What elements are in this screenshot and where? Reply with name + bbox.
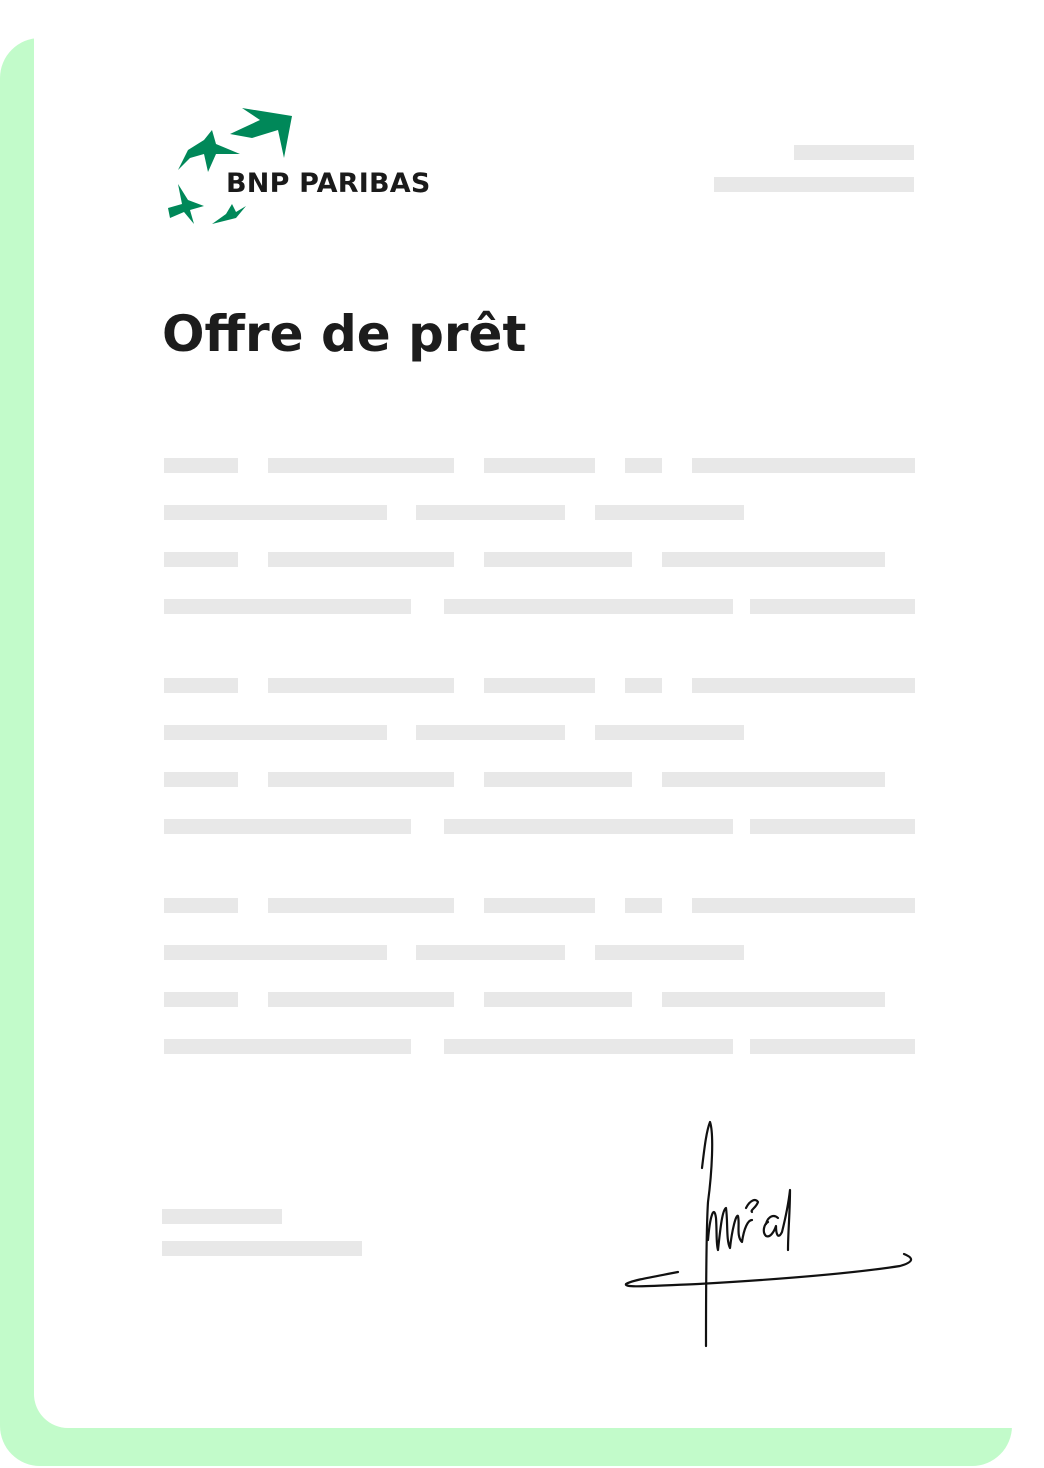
text-placeholder [268, 898, 454, 913]
text-placeholder [444, 819, 733, 834]
footer-placeholder-line [162, 1241, 362, 1256]
text-placeholder [484, 552, 632, 567]
text-placeholder [484, 992, 632, 1007]
text-placeholder [268, 992, 454, 1007]
footer-placeholder-line [162, 1209, 282, 1224]
text-placeholder [164, 725, 387, 740]
text-placeholder [484, 458, 595, 473]
text-placeholder [750, 1039, 915, 1054]
text-placeholder [268, 458, 454, 473]
text-placeholder [164, 1039, 411, 1054]
text-placeholder [164, 772, 238, 787]
text-placeholder [164, 898, 238, 913]
text-placeholder [164, 678, 238, 693]
text-placeholder [625, 898, 662, 913]
text-placeholder [662, 992, 885, 1007]
text-placeholder [416, 725, 565, 740]
text-placeholder [692, 678, 915, 693]
text-placeholder [484, 772, 632, 787]
text-placeholder [268, 678, 454, 693]
header-placeholder-line [794, 145, 914, 160]
brand-wordmark: BNP PARIBAS [226, 168, 431, 199]
text-placeholder [164, 458, 238, 473]
text-placeholder [625, 678, 662, 693]
document-illustration: BNP PARIBAS Offre de prêt [0, 0, 1044, 1468]
text-placeholder [416, 505, 565, 520]
text-placeholder [692, 898, 915, 913]
text-placeholder [164, 819, 411, 834]
text-placeholder [444, 1039, 733, 1054]
text-placeholder [625, 458, 662, 473]
text-placeholder [164, 992, 238, 1007]
document-title: Offre de prêt [162, 305, 527, 363]
text-placeholder [444, 599, 733, 614]
text-placeholder [484, 898, 595, 913]
text-placeholder [662, 552, 885, 567]
text-placeholder [692, 458, 915, 473]
text-placeholder [416, 945, 565, 960]
text-placeholder [164, 599, 411, 614]
text-placeholder [484, 678, 595, 693]
text-placeholder [750, 819, 915, 834]
text-placeholder [268, 772, 454, 787]
text-placeholder [164, 505, 387, 520]
text-placeholder [595, 945, 744, 960]
text-placeholder [164, 552, 238, 567]
text-placeholder [662, 772, 885, 787]
text-placeholder [750, 599, 915, 614]
text-placeholder [164, 945, 387, 960]
handwritten-signature-icon [624, 1120, 913, 1348]
text-placeholder [595, 725, 744, 740]
text-placeholder [268, 552, 454, 567]
header-placeholder-line [714, 177, 914, 192]
text-placeholder [595, 505, 744, 520]
